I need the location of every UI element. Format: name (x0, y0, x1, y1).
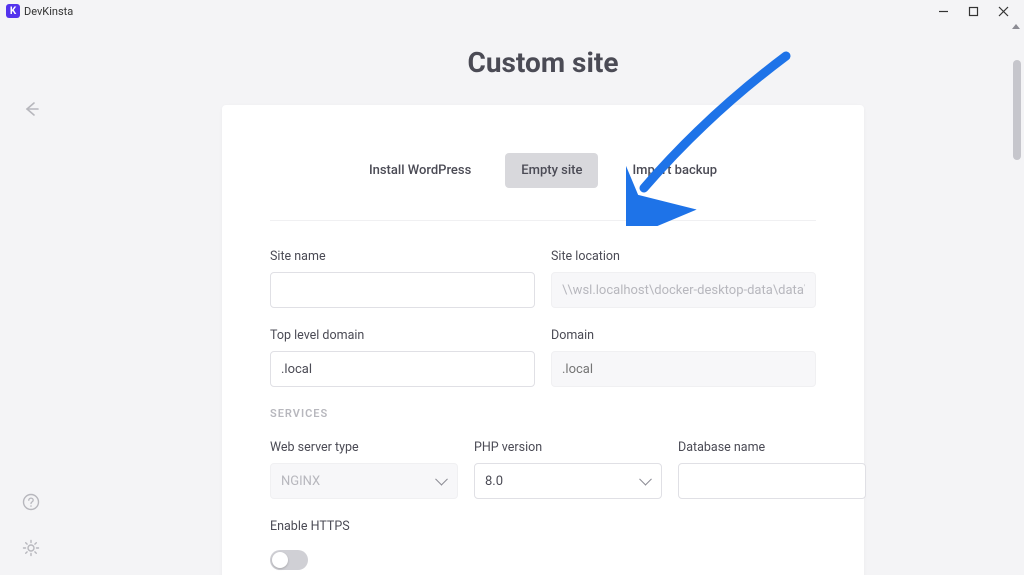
tab-empty-site[interactable]: Empty site (505, 153, 598, 188)
tabs: Install WordPress Empty site Import back… (270, 153, 816, 221)
close-button[interactable] (988, 0, 1018, 22)
minimize-button[interactable] (928, 0, 958, 22)
top-level-domain-input[interactable] (270, 351, 535, 387)
settings-icon[interactable] (22, 539, 40, 557)
database-name-label: Database name (678, 440, 866, 455)
site-name-label: Site name (270, 249, 535, 264)
left-sidebar (0, 22, 62, 575)
page-title: Custom site (62, 46, 1024, 79)
web-server-label: Web server type (270, 440, 458, 455)
tab-import-backup[interactable]: Import backup (616, 153, 733, 188)
titlebar: K DevKinsta (0, 0, 1024, 22)
app-logo: K (6, 4, 20, 18)
enable-https-label: Enable HTTPS (270, 519, 816, 534)
app-name: DevKinsta (24, 5, 73, 18)
maximize-button[interactable] (958, 0, 988, 22)
php-version-select[interactable] (474, 463, 662, 499)
site-location-input (551, 272, 816, 308)
domain-input (551, 351, 816, 387)
window-controls (928, 0, 1018, 22)
services-section-label: SERVICES (270, 407, 816, 420)
scroll-up-icon[interactable] (1012, 24, 1020, 29)
domain-label: Domain (551, 328, 816, 343)
php-version-label: PHP version (474, 440, 662, 455)
web-server-select[interactable] (270, 463, 458, 499)
database-name-input[interactable] (678, 463, 866, 499)
help-icon[interactable] (22, 493, 40, 511)
back-button[interactable] (20, 98, 42, 120)
site-location-label: Site location (551, 249, 816, 264)
scrollbar[interactable] (1013, 60, 1021, 160)
enable-https-toggle[interactable] (270, 550, 308, 570)
content-area: Custom site Install WordPress Empty site… (62, 22, 1024, 575)
custom-site-card: Install WordPress Empty site Import back… (222, 105, 864, 575)
site-name-input[interactable] (270, 272, 535, 308)
top-level-domain-label: Top level domain (270, 328, 535, 343)
tab-install-wordpress[interactable]: Install WordPress (353, 153, 487, 188)
